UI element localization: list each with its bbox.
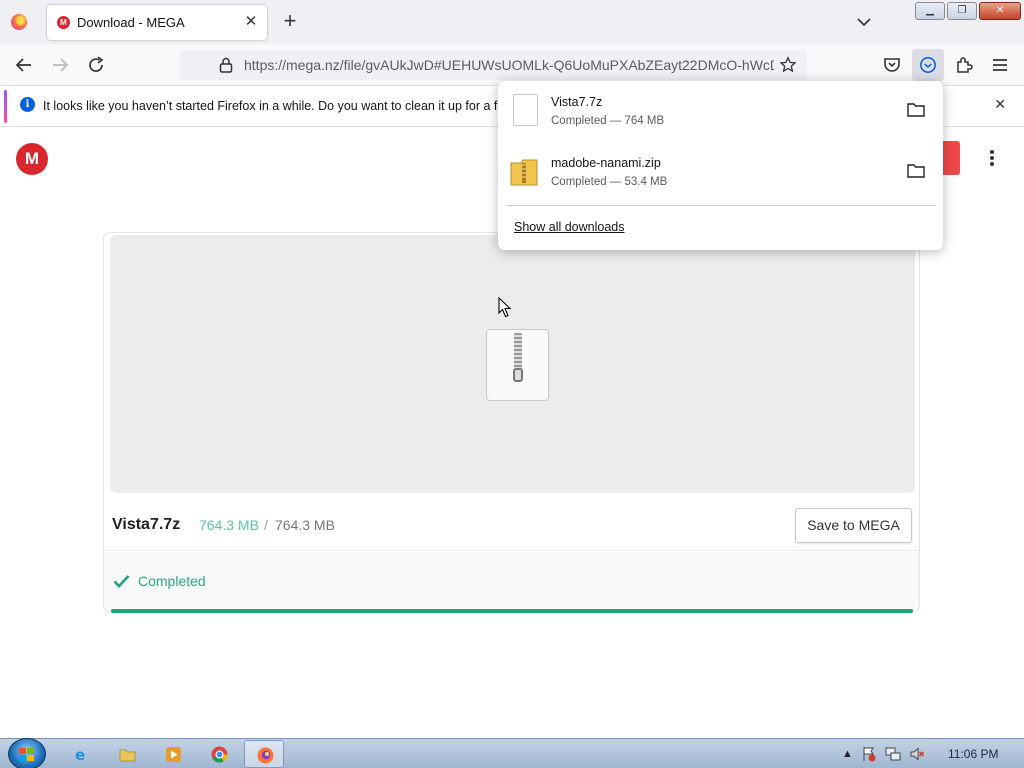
forward-arrow-icon[interactable] bbox=[48, 53, 72, 77]
hamburger-menu-icon[interactable] bbox=[988, 53, 1012, 77]
start-button[interactable] bbox=[8, 738, 46, 768]
network-icon[interactable] bbox=[885, 746, 901, 762]
taskbar-explorer[interactable] bbox=[107, 740, 147, 768]
progress-bar bbox=[111, 609, 913, 613]
lock-icon[interactable] bbox=[218, 56, 234, 74]
mouse-cursor-icon bbox=[498, 297, 512, 318]
url-text[interactable]: https://mega.nz/file/gvAUkJwD#UEHUWsUOML… bbox=[244, 57, 774, 73]
ie-icon: e bbox=[75, 746, 85, 763]
mega-logo-icon[interactable]: M bbox=[16, 143, 48, 175]
navigation-bar: https://mega.nz/file/gvAUkJwD#UEHUWsUOML… bbox=[0, 44, 1024, 86]
download-card: Vista7.7z 764.3 MB / 764.3 MB Save to ME… bbox=[103, 232, 920, 613]
download-item[interactable]: Vista7.7z Completed — 764 MB bbox=[498, 84, 943, 144]
reload-icon[interactable] bbox=[84, 53, 108, 77]
file-name: Vista7.7z bbox=[112, 516, 181, 533]
divider bbox=[506, 205, 936, 206]
clock[interactable]: 11:06 PM bbox=[948, 747, 998, 761]
download-name: Vista7.7z bbox=[551, 95, 603, 109]
download-done-icon bbox=[920, 57, 936, 73]
notification-accent bbox=[4, 90, 7, 123]
download-status: Completed — 53.4 MB bbox=[551, 176, 668, 188]
volume-muted-icon[interactable] bbox=[909, 746, 925, 762]
archive-file-icon bbox=[486, 329, 549, 401]
chrome-icon bbox=[211, 746, 228, 763]
taskbar-chrome[interactable] bbox=[199, 740, 239, 768]
notification-text: It looks like you haven’t started Firefo… bbox=[43, 99, 522, 113]
explorer-icon bbox=[119, 749, 136, 762]
info-icon: i bbox=[20, 97, 35, 112]
show-all-downloads-link[interactable]: Show all downloads bbox=[514, 220, 625, 234]
extensions-icon[interactable] bbox=[952, 53, 976, 77]
total-size: 764.3 MB bbox=[275, 517, 335, 533]
taskbar: e ▲ 11:06 PM bbox=[0, 738, 1024, 768]
mega-favicon-icon: M bbox=[57, 16, 70, 29]
file-preview bbox=[110, 235, 915, 493]
folder-icon[interactable] bbox=[907, 163, 925, 178]
media-player-icon bbox=[166, 747, 181, 762]
tab-bar: M Download - MEGA ✕ + ▁ ❐ ✕ bbox=[0, 0, 1024, 44]
notification-close-button[interactable]: ✕ bbox=[994, 96, 1006, 113]
taskbar-media-player[interactable] bbox=[153, 740, 193, 768]
window-controls: ▁ ❐ ✕ bbox=[915, 2, 1021, 20]
downloads-button[interactable] bbox=[912, 49, 944, 81]
file-info-row: Vista7.7z 764.3 MB / 764.3 MB Save to ME… bbox=[104, 495, 919, 551]
windows-flag-icon bbox=[19, 748, 34, 761]
star-bookmark-icon[interactable] bbox=[779, 56, 797, 74]
more-options-icon[interactable] bbox=[985, 150, 999, 170]
status-row: Completed bbox=[104, 552, 919, 608]
back-arrow-icon[interactable] bbox=[12, 53, 36, 77]
pocket-icon[interactable] bbox=[880, 53, 904, 77]
new-tab-button[interactable]: + bbox=[279, 10, 301, 33]
size-separator: / bbox=[264, 517, 268, 533]
progress-fill bbox=[111, 609, 913, 613]
checkmark-icon bbox=[113, 575, 130, 588]
firefox-icon bbox=[257, 747, 274, 764]
zip-folder-icon bbox=[510, 159, 538, 186]
system-tray: ▲ bbox=[842, 746, 925, 762]
download-status: Completed — 764 MB bbox=[551, 115, 665, 127]
minimize-button[interactable]: ▁ bbox=[915, 2, 945, 20]
svg-text:e: e bbox=[75, 746, 85, 763]
downloads-panel: Vista7.7z Completed — 764 MB madobe-nana… bbox=[498, 81, 943, 250]
folder-icon[interactable] bbox=[907, 102, 925, 117]
tab-close-button[interactable]: ✕ bbox=[241, 12, 261, 32]
download-item[interactable]: madobe-nanami.zip Completed — 53.4 MB bbox=[498, 145, 943, 205]
url-bar[interactable]: https://mega.nz/file/gvAUkJwD#UEHUWsUOML… bbox=[180, 50, 807, 80]
save-to-mega-button[interactable]: Save to MEGA bbox=[795, 508, 912, 543]
downloaded-size: 764.3 MB bbox=[199, 517, 259, 533]
tab-active[interactable]: M Download - MEGA ✕ bbox=[47, 5, 267, 40]
show-hidden-icons[interactable]: ▲ bbox=[842, 748, 853, 760]
taskbar-firefox[interactable] bbox=[244, 740, 284, 768]
status-text: Completed bbox=[138, 573, 206, 589]
file-icon bbox=[513, 94, 538, 126]
taskbar-ie[interactable]: e bbox=[61, 740, 101, 768]
chevron-down-icon[interactable] bbox=[854, 12, 874, 32]
close-window-button[interactable]: ✕ bbox=[979, 2, 1021, 20]
action-center-icon[interactable] bbox=[861, 746, 877, 762]
firefox-icon[interactable] bbox=[11, 14, 27, 30]
restore-button[interactable]: ❐ bbox=[947, 2, 977, 20]
download-name: madobe-nanami.zip bbox=[551, 156, 661, 170]
tab-title: Download - MEGA bbox=[77, 15, 185, 30]
